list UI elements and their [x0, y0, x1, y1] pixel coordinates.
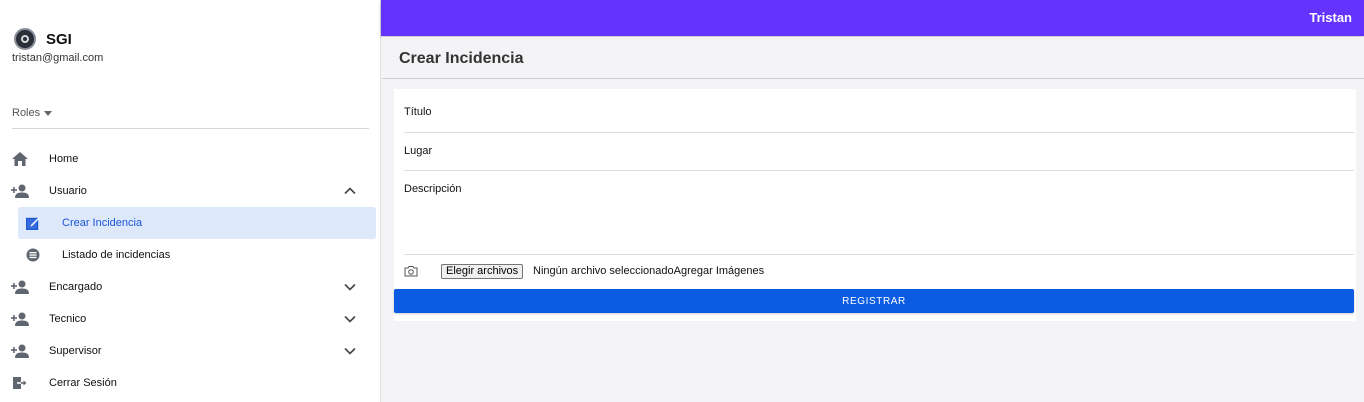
chevron-down-icon[interactable]	[343, 280, 357, 294]
sidebar-item-tecnico[interactable]: Tecnico	[0, 303, 381, 335]
create-incident-form: Título Lugar Descripción Elegir archivos…	[394, 89, 1356, 321]
descripcion-label: Descripción	[404, 183, 462, 195]
sidebar-item-label: Encargado	[49, 281, 103, 293]
edit-icon	[24, 214, 42, 232]
sidebar-item-cerrar-sesion[interactable]: Cerrar Sesión	[0, 367, 381, 399]
file-upload-row: Elegir archivos Ningún archivo seleccion…	[404, 261, 1354, 283]
sidebar-item-label: Usuario	[49, 185, 87, 197]
sidebar-item-usuario[interactable]: Usuario	[0, 175, 381, 207]
file-status-text: Ningún archivo seleccionadoAgregar Imáge…	[533, 265, 765, 277]
add-user-icon	[11, 342, 29, 360]
logo-icon	[14, 28, 36, 50]
chevron-up-icon[interactable]	[343, 184, 357, 198]
roles-dropdown[interactable]: Roles	[12, 107, 53, 119]
chevron-down-icon[interactable]	[343, 312, 357, 326]
page-header: Crear Incidencia	[382, 37, 1364, 79]
sidebar-item-listado-incidencias[interactable]: Listado de incidencias	[0, 239, 381, 271]
sidebar-item-label: Listado de incidencias	[62, 249, 171, 261]
add-user-icon	[11, 182, 29, 200]
add-user-icon	[11, 310, 29, 328]
sidebar-item-label: Tecnico	[49, 313, 87, 325]
titulo-field[interactable]: Título	[404, 89, 1354, 133]
page-title: Crear Incidencia	[399, 50, 524, 67]
sidebar: SGI tristan@gmail.com Roles Home Usuario…	[0, 0, 381, 402]
sidebar-item-crear-incidencia[interactable]: Crear Incidencia	[0, 207, 381, 239]
list-icon	[24, 246, 42, 264]
roles-label: Roles	[12, 107, 41, 119]
chevron-down-icon[interactable]	[343, 344, 357, 358]
choose-files-button[interactable]: Elegir archivos	[441, 264, 524, 279]
logout-icon	[11, 374, 29, 392]
sidebar-item-label: Cerrar Sesión	[49, 377, 117, 389]
register-button[interactable]: REGISTRAR	[394, 289, 1354, 313]
user-email: tristan@gmail.com	[12, 52, 104, 64]
sidebar-item-label: Supervisor	[49, 345, 102, 357]
brand: SGI	[14, 28, 72, 50]
home-icon	[11, 150, 29, 168]
divider	[12, 128, 369, 129]
add-user-icon	[11, 278, 29, 296]
sidebar-item-label: Crear Incidencia	[62, 217, 143, 229]
brand-name: SGI	[46, 30, 72, 48]
camera-icon	[404, 266, 418, 277]
lugar-field[interactable]: Lugar	[404, 133, 1354, 171]
topbar: Tristan	[381, 0, 1364, 36]
sidebar-item-home[interactable]: Home	[0, 143, 381, 175]
lugar-label: Lugar	[404, 145, 433, 157]
current-user[interactable]: Tristan	[1309, 10, 1352, 25]
descripcion-field[interactable]: Descripción	[404, 171, 1354, 255]
sidebar-item-label: Home	[49, 153, 79, 165]
caret-down-icon	[44, 110, 53, 116]
sidebar-item-encargado[interactable]: Encargado	[0, 271, 381, 303]
titulo-label: Título	[404, 106, 432, 118]
sidebar-item-supervisor[interactable]: Supervisor	[0, 335, 381, 367]
